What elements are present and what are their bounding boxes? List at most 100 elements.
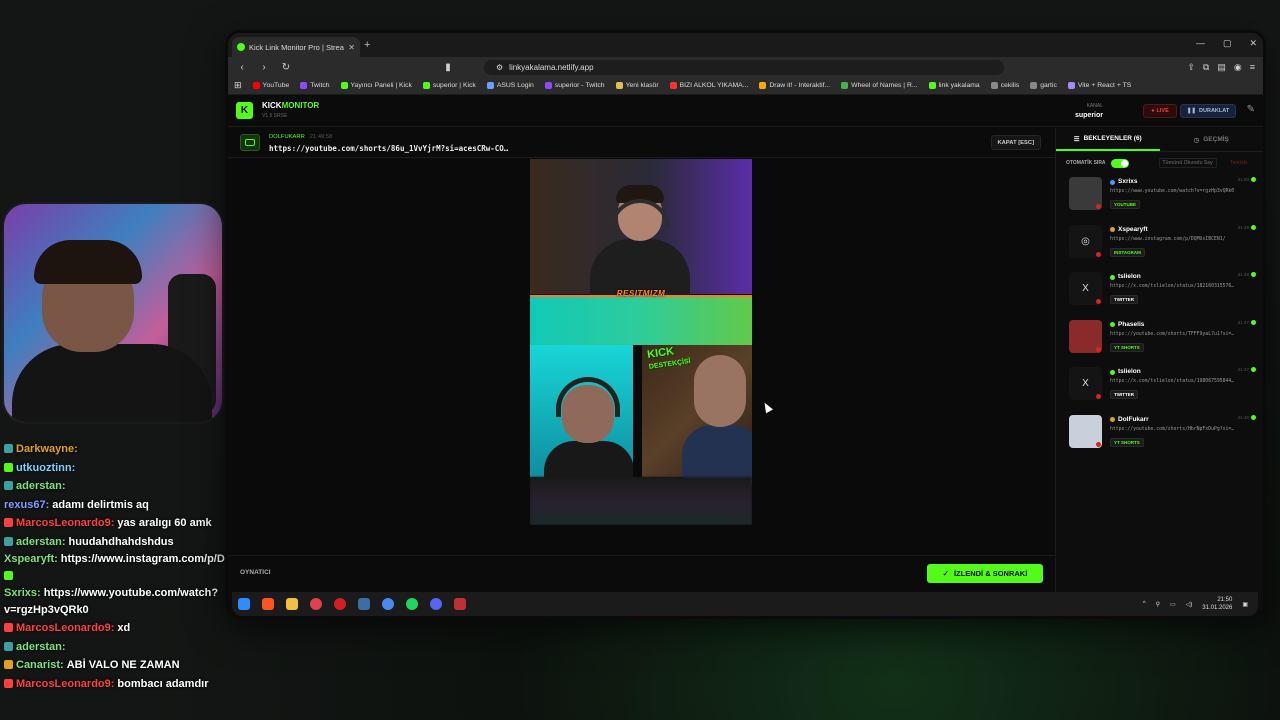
queue-info: tslielon https://x.com/tslielon/status/19… xyxy=(1110,367,1250,399)
volume-icon[interactable]: ◁) xyxy=(1186,601,1193,608)
forward-icon[interactable]: › xyxy=(258,62,270,73)
queue-thumbnail: X xyxy=(1069,367,1102,400)
queue-url[interactable]: https://x.com/tslielon/status/1980675958… xyxy=(1110,377,1250,387)
brand: KICKMONITOR V1.5 SRSE xyxy=(262,101,319,121)
sidebar-icon[interactable]: ▤ xyxy=(1217,62,1226,73)
bookmark-item[interactable]: YouTube xyxy=(252,82,290,89)
chat-username: MarcosLeonardo9: xyxy=(16,517,115,529)
bookmark-item[interactable]: Wheel of Names | R... xyxy=(841,82,918,89)
remove-dot-icon[interactable] xyxy=(1096,441,1101,447)
queue-time: 21:48 xyxy=(1237,272,1249,277)
queue-url[interactable]: https://youtube.com/shorts/TFFF9yaL7u1?s… xyxy=(1110,330,1250,340)
app-red-icon[interactable] xyxy=(334,598,346,610)
bookmark-item[interactable]: link yakalama xyxy=(928,82,980,89)
queue-thumbnail: X xyxy=(1069,272,1102,305)
queue-url[interactable]: https://youtube.com/shorts/HbrNpFxDuPg?s… xyxy=(1110,425,1250,435)
queue-url[interactable]: https://x.com/tslielon/status/1821603155… xyxy=(1110,282,1250,292)
queue-info: Sxrixs https://www.youtube.com/watch?v=rg… xyxy=(1110,177,1250,209)
bookmark-item[interactable]: Yayıncı Paneli | Kick xyxy=(340,82,412,89)
pause-button[interactable]: ❚❚ DURAKLAT xyxy=(1180,104,1236,118)
bookmark-item[interactable]: BIZI ALKOL YIKAMA... xyxy=(669,82,748,89)
queue-url[interactable]: https://www.instagram.com/p/DQMUsIBCEN1/ xyxy=(1110,235,1250,245)
now-url[interactable]: https://youtube.com/shorts/86u_1VvYjrM?s… xyxy=(269,143,508,154)
chat-badge-icon xyxy=(4,623,13,632)
video-player[interactable]: RESITMIZM KICK DESTEKÇİSİ xyxy=(228,159,1055,555)
queue-item[interactable]: Xtslielon https://x.com/tslielon/status/1… xyxy=(1056,364,1263,412)
bookmark-label: YouTube xyxy=(262,82,290,89)
bookmark-favicon-icon xyxy=(669,82,677,89)
back-icon[interactable]: ‹ xyxy=(236,62,248,73)
profile-icon[interactable]: ◉ xyxy=(1234,62,1242,73)
steam-icon[interactable] xyxy=(358,598,370,610)
mark-all-read-button[interactable]: Tümünü Okundu Say xyxy=(1158,158,1217,168)
tab-waiting[interactable]: ☰ BEKLEYENLER (6) xyxy=(1056,128,1160,151)
channel-info: KANAL superior xyxy=(1075,102,1103,120)
bookmark-item[interactable]: superior | Kick xyxy=(422,82,476,89)
bookmark-label: Wheel of Names | R... xyxy=(851,82,918,89)
close-window-icon[interactable]: ✕ xyxy=(1249,38,1257,49)
app-version: V1.5 SRSE xyxy=(262,112,288,119)
chat-text: yas aralıgı 60 amk xyxy=(117,517,212,529)
bookmark-icon[interactable]: ▮ xyxy=(442,62,454,73)
clear-button[interactable]: Temizle xyxy=(1230,160,1248,166)
new-tab-icon[interactable]: + xyxy=(364,39,370,51)
app-blue-icon[interactable] xyxy=(382,598,394,610)
bookmark-item[interactable]: Vite + React + TS xyxy=(1067,82,1131,89)
queue-list: Sxrixs https://www.youtube.com/watch?v=rg… xyxy=(1056,174,1263,459)
watched-next-button[interactable]: ✓ İZLENDİ & SONRAKİ xyxy=(927,564,1043,583)
video-frame[interactable]: RESITMIZM KICK DESTEKÇİSİ xyxy=(530,159,752,525)
brave-icon[interactable] xyxy=(262,598,274,610)
bookmark-item[interactable]: superior - Twitch xyxy=(544,82,605,89)
clock[interactable]: 21:50 31.01.2026 xyxy=(1202,596,1232,612)
spotify-icon[interactable] xyxy=(406,598,418,610)
status-dot-icon xyxy=(1251,367,1256,372)
apps-icon[interactable]: ⊞ xyxy=(234,80,242,91)
chat-username: aderstan: xyxy=(16,535,66,548)
menu-icon[interactable]: ≡ xyxy=(1250,62,1255,73)
tab-history[interactable]: ◷ GEÇMİŞ xyxy=(1160,128,1264,151)
windows-start-icon[interactable] xyxy=(238,598,250,610)
app-ticket-icon[interactable] xyxy=(454,598,466,610)
remove-dot-icon[interactable] xyxy=(1096,251,1101,257)
notifications-icon[interactable]: ▣ xyxy=(1242,601,1248,608)
extensions-icon[interactable]: ⧉ xyxy=(1203,62,1209,73)
live-button[interactable]: ● LIVE xyxy=(1143,104,1177,118)
queue-url[interactable]: https://www.youtube.com/watch?v=rgzHp3vQ… xyxy=(1110,187,1250,197)
address-bar[interactable]: ⚙ linkyakalama.netlify.app xyxy=(484,59,1004,75)
maximize-icon[interactable]: ▢ xyxy=(1223,38,1232,49)
queue-item[interactable]: DolFukarr https://youtube.com/shorts/HbrN… xyxy=(1056,412,1263,460)
bookmark-item[interactable]: gartic xyxy=(1030,82,1057,89)
site-info-icon[interactable]: ⚙ xyxy=(496,63,503,72)
player-footer: OYNATICI ✓ İZLENDİ & SONRAKİ xyxy=(228,555,1055,589)
reload-icon[interactable]: ↻ xyxy=(280,62,292,73)
settings-icon[interactable]: ✎ xyxy=(1247,104,1255,115)
bookmark-item[interactable]: Twitch xyxy=(300,82,330,89)
share-icon[interactable]: ⇪ xyxy=(1187,62,1195,73)
remove-dot-icon[interactable] xyxy=(1096,394,1101,399)
minimize-icon[interactable]: — xyxy=(1196,38,1205,49)
video-band xyxy=(530,295,752,345)
discord-icon[interactable] xyxy=(430,598,442,610)
queue-item[interactable]: Phaselis https://youtube.com/shorts/TFFF9… xyxy=(1056,317,1263,365)
live-label: LIVE xyxy=(1156,108,1169,114)
auto-queue-toggle[interactable] xyxy=(1110,158,1129,168)
queue-item[interactable]: Xtslielon https://x.com/tslielon/status/1… xyxy=(1056,269,1263,317)
bookmark-item[interactable]: Yeni klasör xyxy=(615,82,659,89)
chat-text: xd xyxy=(117,622,131,634)
tray-chevron-icon[interactable]: ^ xyxy=(1143,601,1146,607)
location-icon[interactable] xyxy=(310,598,322,610)
remove-dot-icon[interactable] xyxy=(1096,204,1101,209)
close-tab-icon[interactable]: ✕ xyxy=(348,43,355,52)
close-player-button[interactable]: KAPAT [ESC] xyxy=(990,135,1041,150)
bookmark-item[interactable]: Draw it! - Interaktif... xyxy=(759,82,830,89)
bookmark-item[interactable]: ASUS Login xyxy=(486,82,534,89)
bookmark-item[interactable]: cekilis xyxy=(990,82,1019,89)
queue-item[interactable]: Sxrixs https://www.youtube.com/watch?v=rg… xyxy=(1056,174,1263,222)
remove-dot-icon[interactable] xyxy=(1096,299,1101,304)
mic-icon[interactable]: ⚲ xyxy=(1156,601,1160,608)
remove-dot-icon[interactable] xyxy=(1096,346,1101,352)
explorer-icon[interactable] xyxy=(286,598,298,610)
queue-item[interactable]: ◎ Xspearyft https://www.instagram.com/p/DQ… xyxy=(1056,222,1263,270)
network-icon[interactable]: ▭ xyxy=(1170,601,1176,608)
browser-tab[interactable]: Kick Link Monitor Pro | Stream ✕ xyxy=(232,37,360,57)
